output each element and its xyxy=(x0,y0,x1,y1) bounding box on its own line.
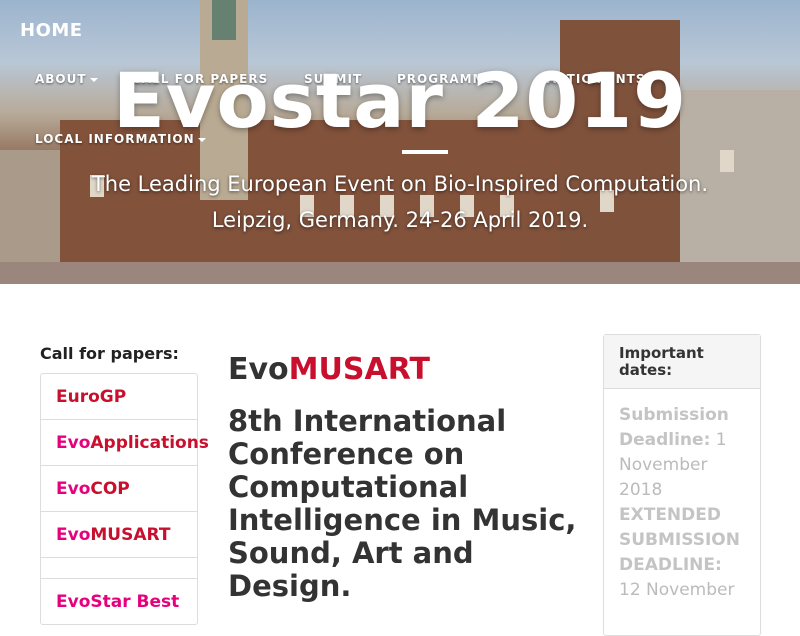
sidebar-item-prefix: Evo xyxy=(56,478,91,499)
sidebar-item-evostar-best[interactable]: EvoStar Best xyxy=(41,579,197,624)
extended-deadline-value: 12 November xyxy=(619,580,735,600)
page-title: 8th International Conference on Computat… xyxy=(228,404,577,603)
sidebar-item-prefix: Euro xyxy=(56,386,100,407)
sidebar-title: Call for papers: xyxy=(40,344,179,363)
hero-banner: HOME ABOUT CALL FOR PAPERS SUBMIT PROGRA… xyxy=(0,0,800,284)
extended-deadline-label: EXTENDED SUBMISSION DEADLINE: xyxy=(619,505,740,575)
important-dates-panel: Important dates: Submission Deadline: 1 … xyxy=(603,334,761,636)
sidebar-item-suffix: Applications xyxy=(90,432,209,453)
sidebar-spacer xyxy=(41,558,197,579)
sidebar-item-eurogp[interactable]: Euro GP xyxy=(41,374,197,420)
important-dates-body: Submission Deadline: 1 November 2018 EXT… xyxy=(604,389,760,617)
sidebar-item-suffix: MUSART xyxy=(90,524,171,545)
important-dates-title: Important dates: xyxy=(604,335,760,389)
sidebar-item-suffix: GP xyxy=(99,386,127,407)
sidebar-item-suffix: COP xyxy=(90,478,130,499)
kicker-suffix: MUSART xyxy=(288,352,430,387)
sidebar-item-evomusart[interactable]: Evo MUSART xyxy=(41,512,197,558)
nav-home-link[interactable]: HOME xyxy=(20,20,83,41)
hero-subtitle-line2: Leipzig, Germany. 24-26 April 2019. xyxy=(211,208,589,232)
page-kicker: EvoMUSART xyxy=(228,352,430,387)
sidebar-item-label: EvoStar Best xyxy=(56,591,180,612)
sidebar-item-evocop[interactable]: Evo COP xyxy=(41,466,197,512)
call-for-papers-list: Euro GP Evo Applications Evo COP Evo MUSART … xyxy=(40,373,209,625)
sidebar-item-evoapplications[interactable]: Evo Applications xyxy=(41,420,209,466)
hero-title: Evostar 2019 xyxy=(113,56,687,145)
hero-divider xyxy=(402,150,448,154)
sidebar-item-prefix: Evo xyxy=(56,432,91,453)
submission-deadline-label: Submission Deadline: xyxy=(619,405,729,450)
hero-subtitle-line1: The Leading European Event on Bio-Inspir… xyxy=(91,172,709,196)
kicker-prefix: Evo xyxy=(228,352,289,387)
sidebar-item-prefix: Evo xyxy=(56,524,91,545)
